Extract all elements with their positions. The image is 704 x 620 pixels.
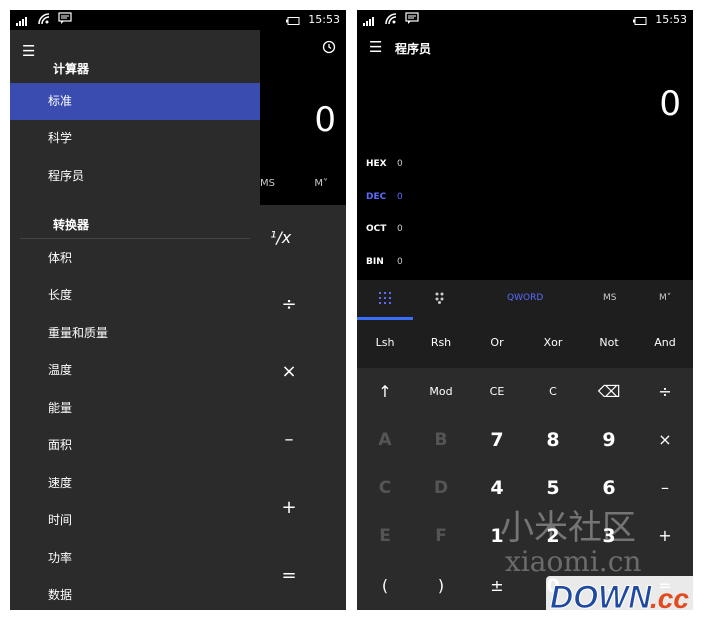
word-size-button[interactable]: QWORD bbox=[507, 293, 543, 303]
wifi-icon bbox=[385, 13, 399, 28]
calculator-section-title: 计算器 bbox=[53, 62, 90, 76]
mode-tab-bar: QWORD MS M˅ bbox=[357, 280, 693, 320]
menu-item-scientific[interactable]: 科学 bbox=[10, 120, 260, 157]
clear-button[interactable]: C bbox=[525, 368, 581, 416]
add-button[interactable]: + bbox=[637, 512, 693, 560]
menu-item-power[interactable]: 功率 bbox=[10, 540, 260, 577]
phone-left: 15:53 0 MS M˅ ¹/x ÷ × – + = ☰ 计算器 标准 科学 … bbox=[10, 10, 346, 610]
base-value: 0 bbox=[397, 257, 403, 267]
close-paren-button[interactable]: ) bbox=[413, 562, 469, 610]
mod-button[interactable]: Mod bbox=[413, 368, 469, 416]
equals-button[interactable]: = bbox=[278, 565, 300, 586]
divide-button[interactable]: ÷ bbox=[278, 294, 300, 315]
base-dec-row[interactable]: DEC 0 bbox=[366, 192, 403, 202]
hex-e-button[interactable]: E bbox=[357, 512, 413, 560]
memory-store-button[interactable]: MS bbox=[603, 293, 616, 303]
signal-icon bbox=[363, 16, 377, 29]
converter-section-title: 转换器 bbox=[53, 218, 90, 232]
digit-8-button[interactable]: 8 bbox=[525, 416, 581, 464]
navigation-drawer: ☰ 计算器 标准 科学 程序员 转换器 体积 长度 重量和质量 温度 能量 面积… bbox=[10, 30, 260, 610]
menu-item-weight[interactable]: 重量和质量 bbox=[10, 315, 260, 352]
base-label: HEX bbox=[366, 159, 387, 169]
shift-button[interactable]: ↑ bbox=[357, 368, 413, 416]
menu-item-programmer[interactable]: 程序员 bbox=[10, 158, 260, 195]
hex-d-button[interactable]: D bbox=[413, 464, 469, 512]
subtract-button[interactable]: – bbox=[278, 429, 300, 450]
clear-entry-button[interactable]: CE bbox=[469, 368, 525, 416]
memory-menu-button[interactable]: M˅ bbox=[314, 178, 328, 189]
and-button[interactable]: And bbox=[637, 336, 693, 349]
operator-column bbox=[260, 205, 346, 610]
memory-store-button[interactable]: MS bbox=[260, 178, 275, 189]
rsh-button[interactable]: Rsh bbox=[413, 336, 469, 349]
message-icon bbox=[405, 12, 419, 27]
menu-item-data[interactable]: 数据 bbox=[10, 577, 260, 610]
watermark-text: 小米社区 bbox=[500, 508, 636, 548]
base-bin-row[interactable]: BIN 0 bbox=[366, 257, 403, 267]
history-icon[interactable] bbox=[322, 40, 336, 58]
lsh-button[interactable]: Lsh bbox=[357, 336, 413, 349]
hex-f-button[interactable]: F bbox=[413, 512, 469, 560]
add-button[interactable]: + bbox=[278, 497, 300, 518]
signal-icon bbox=[16, 16, 30, 29]
subtract-button[interactable]: – bbox=[637, 464, 693, 512]
battery-icon bbox=[633, 15, 647, 28]
menu-item-length[interactable]: 长度 bbox=[10, 277, 260, 314]
divider bbox=[20, 238, 250, 239]
hamburger-menu-icon[interactable]: ☰ bbox=[22, 42, 35, 60]
full-keypad-tab-icon[interactable] bbox=[379, 292, 391, 307]
page-title: 程序员 bbox=[395, 42, 432, 56]
base-value: 0 bbox=[397, 192, 403, 202]
multiply-button[interactable]: × bbox=[637, 416, 693, 464]
menu-item-energy[interactable]: 能量 bbox=[10, 390, 260, 427]
menu-item-area[interactable]: 面积 bbox=[10, 427, 260, 464]
hex-c-button[interactable]: C bbox=[357, 464, 413, 512]
display-value: 0 bbox=[659, 84, 681, 124]
divide-button[interactable]: ÷ bbox=[637, 368, 693, 416]
menu-item-standard[interactable]: 标准 bbox=[10, 83, 260, 120]
or-button[interactable]: Or bbox=[469, 336, 525, 349]
xor-button[interactable]: Xor bbox=[525, 336, 581, 349]
base-label: DEC bbox=[366, 192, 387, 202]
menu-item-speed[interactable]: 速度 bbox=[10, 465, 260, 502]
svg-text:.cc: .cc bbox=[650, 583, 689, 614]
digit-7-button[interactable]: 7 bbox=[469, 416, 525, 464]
menu-item-time[interactable]: 时间 bbox=[10, 502, 260, 539]
clock: 15:53 bbox=[308, 13, 340, 26]
base-value: 0 bbox=[397, 224, 403, 234]
base-oct-row[interactable]: OCT 0 bbox=[366, 224, 403, 234]
status-bar: 15:53 bbox=[10, 10, 346, 30]
base-value: 0 bbox=[397, 159, 403, 169]
display-value: 0 bbox=[314, 100, 336, 140]
hamburger-menu-icon[interactable]: ☰ bbox=[369, 38, 382, 56]
not-button[interactable]: Not bbox=[581, 336, 637, 349]
digit-9-button[interactable]: 9 bbox=[581, 416, 637, 464]
wifi-icon bbox=[38, 13, 52, 28]
svg-text:DOWN: DOWN bbox=[550, 579, 652, 615]
bitwise-ops-row: Lsh Rsh Or Xor Not And bbox=[357, 320, 693, 368]
multiply-button[interactable]: × bbox=[278, 361, 300, 382]
message-icon bbox=[58, 12, 72, 27]
battery-icon bbox=[286, 15, 300, 28]
clock: 15:53 bbox=[655, 13, 687, 26]
bit-toggle-tab-icon[interactable] bbox=[435, 292, 447, 307]
menu-item-volume[interactable]: 体积 bbox=[10, 240, 260, 277]
memory-menu-button[interactable]: M˅ bbox=[659, 293, 671, 303]
reciprocal-button[interactable]: ¹/x bbox=[270, 228, 291, 247]
base-label: BIN bbox=[366, 257, 384, 267]
hex-b-button[interactable]: B bbox=[413, 416, 469, 464]
backspace-icon[interactable]: ⌫ bbox=[581, 368, 637, 416]
open-paren-button[interactable]: ( bbox=[357, 562, 413, 610]
base-label: OCT bbox=[366, 224, 387, 234]
base-hex-row[interactable]: HEX 0 bbox=[366, 159, 403, 169]
status-bar: 15:53 bbox=[357, 10, 693, 30]
hex-a-button[interactable]: A bbox=[357, 416, 413, 464]
down-cc-logo: DOWN .cc bbox=[546, 572, 698, 618]
menu-item-temperature[interactable]: 温度 bbox=[10, 352, 260, 389]
